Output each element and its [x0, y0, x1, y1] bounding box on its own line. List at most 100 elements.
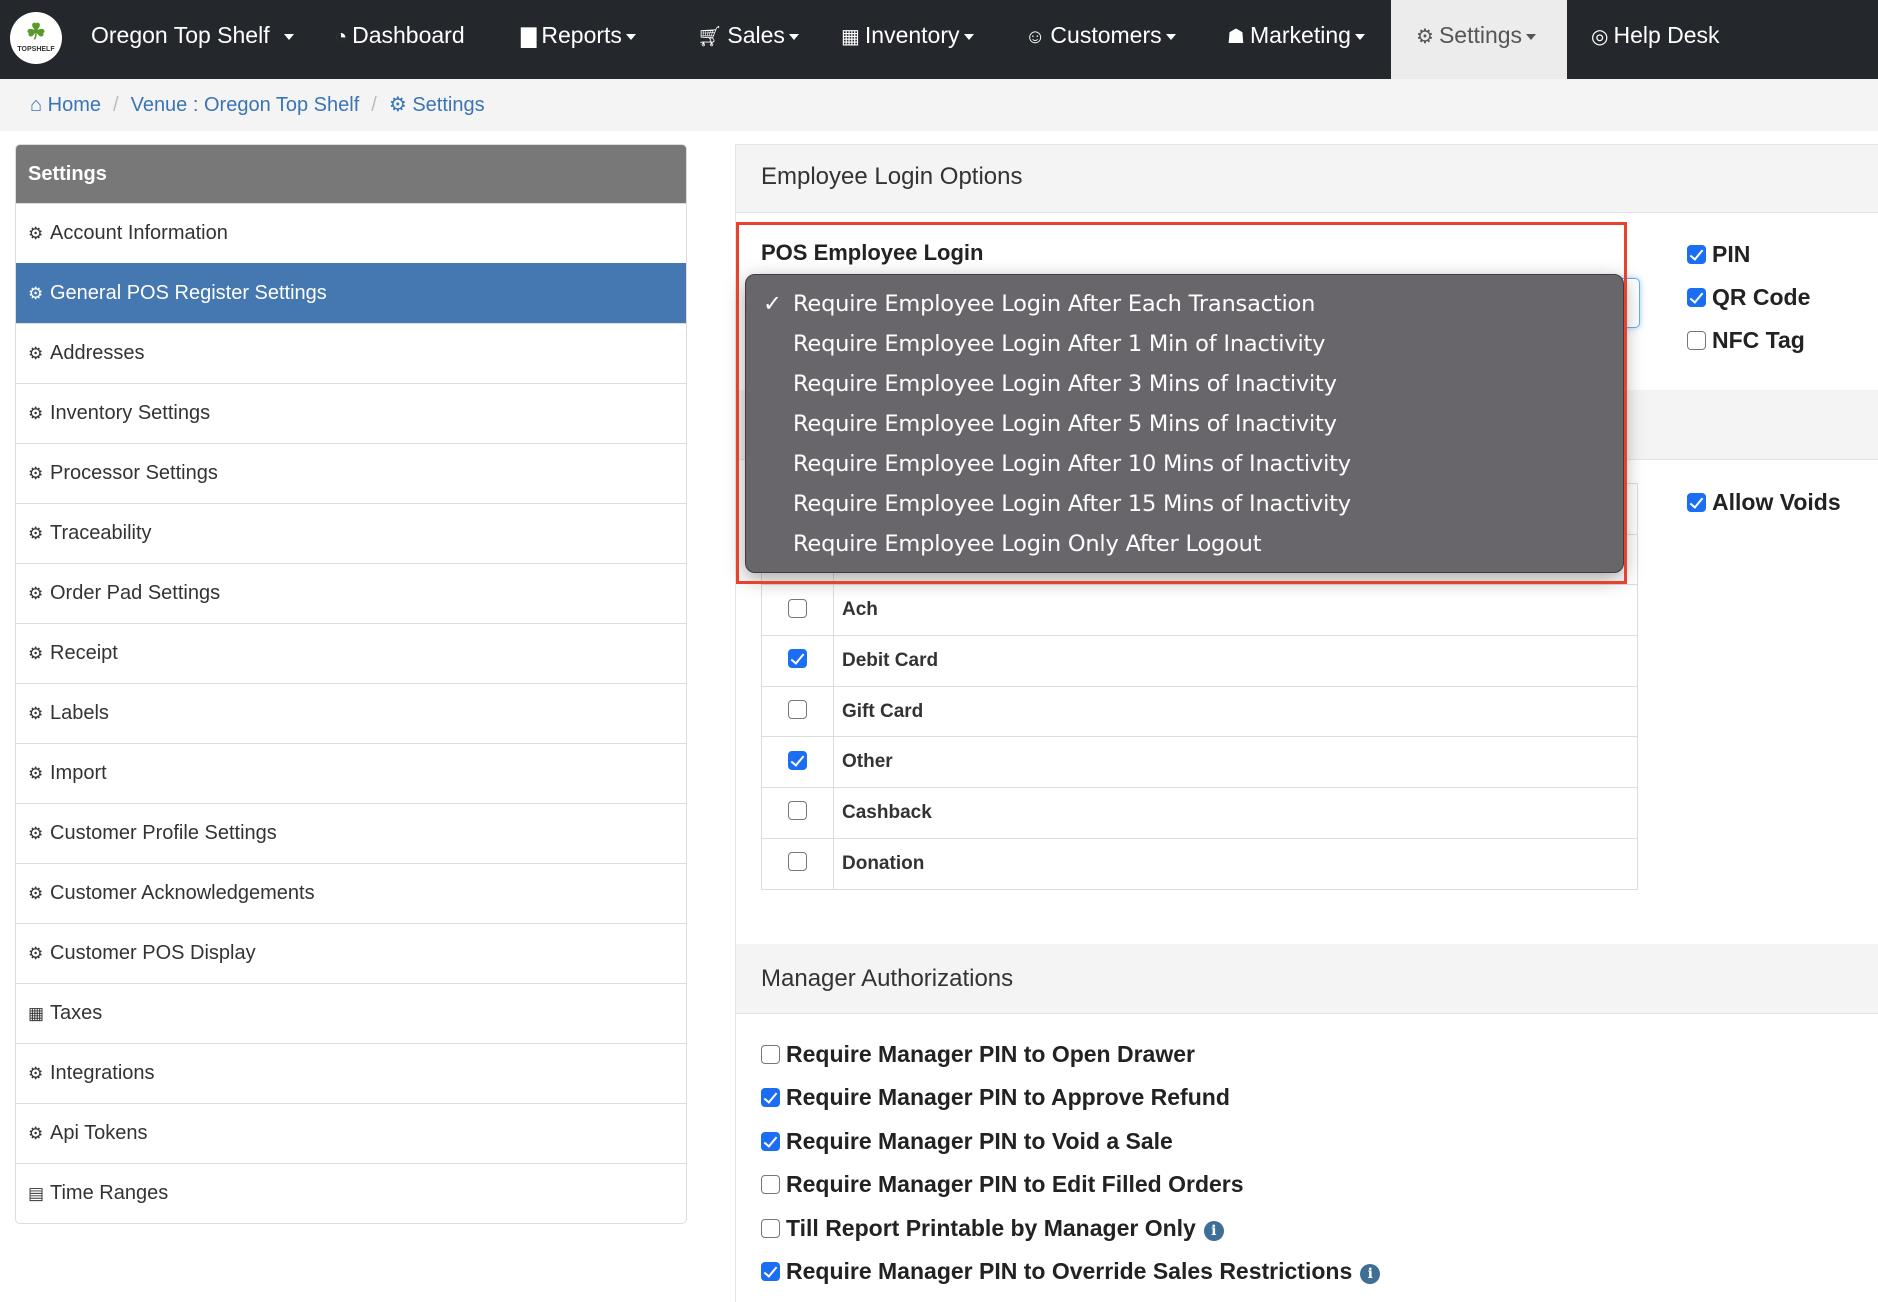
sidebar-item[interactable]: ⚙ Order Pad Settings: [16, 563, 686, 623]
nav-customers[interactable]: ☺ Customers: [1025, 0, 1176, 79]
info-icon[interactable]: i: [1360, 1264, 1381, 1284]
checkbox[interactable]: [761, 1175, 780, 1195]
checkbox[interactable]: [788, 598, 807, 618]
payment-type-label: Debit Card: [833, 635, 1638, 687]
dashboard-icon: ◔: [335, 26, 348, 48]
nav-inventory[interactable]: ▦ Inventory: [841, 0, 974, 79]
gears-icon: ⚙: [28, 404, 44, 423]
sidebar-item[interactable]: ⚙ Labels: [16, 683, 686, 743]
manager-auth-checkbox[interactable]: Till Report Printable by Manager Only i: [761, 1215, 1224, 1242]
sidebar-item-label: Processor Settings: [50, 462, 218, 484]
settings-sidebar: Settings ⚙ Account Information ⚙ General PO…: [15, 144, 687, 1224]
checkbox[interactable]: [761, 1218, 780, 1238]
manager-auth-checkbox[interactable]: Require Manager PIN to Open Drawer: [761, 1041, 1195, 1068]
nav-reports[interactable]: ▇ Reports: [521, 0, 636, 79]
caret-down-icon: [1354, 33, 1365, 40]
sidebar-item[interactable]: ⚙ Addresses: [16, 323, 686, 383]
nav-settings[interactable]: ⚙ Settings: [1391, 0, 1567, 79]
gears-icon: ⚙: [28, 764, 44, 783]
gear-icon: ⚙: [28, 1124, 44, 1143]
table-row: Other: [761, 736, 1638, 789]
nav-label: Sales: [727, 22, 785, 48]
payment-type-label: Ach: [833, 584, 1638, 637]
sidebar-item[interactable]: ⚙ Inventory Settings: [16, 383, 686, 443]
payment-type-label: Donation: [833, 837, 1638, 890]
sidebar-item[interactable]: ⚙ Customer Profile Settings: [16, 803, 686, 863]
gears-icon: ⚙: [28, 644, 44, 663]
sidebar-item[interactable]: ⚙ Integrations: [16, 1043, 686, 1103]
info-icon[interactable]: i: [1203, 1220, 1224, 1241]
payment-type-label: Other: [833, 736, 1638, 789]
sidebar-item[interactable]: ⚙ Customer POS Display: [16, 923, 686, 983]
checkbox[interactable]: [761, 1045, 780, 1064]
caret-down-icon: [1526, 33, 1537, 40]
checkbox[interactable]: [761, 1262, 780, 1281]
sidebar-item[interactable]: ⚙ Processor Settings: [16, 443, 686, 503]
breadcrumb-venue[interactable]: Venue : Oregon Top Shelf: [131, 94, 360, 116]
payment-type-label: Gift Card: [833, 685, 1638, 738]
checkbox[interactable]: [1687, 331, 1706, 350]
nav-label: Reports: [541, 22, 622, 48]
gears-icon: ⚙: [388, 94, 407, 116]
top-navbar: ☘ TOPSHELF Oregon Top Shelf ◔ Dashboard ▇ R…: [0, 0, 1878, 79]
manager-auth-checkbox[interactable]: Require Manager PIN to Void a Sale: [761, 1128, 1173, 1155]
section-title: Manager Authorizations: [761, 965, 1014, 992]
checkbox-label: QR Code: [1712, 284, 1811, 310]
sidebar-item[interactable]: ⚙ Traceability: [16, 503, 686, 563]
sidebar-item[interactable]: ▤ Time Ranges: [16, 1163, 686, 1223]
manager-auth-checkbox[interactable]: Require Manager PIN to Override Sales Re…: [761, 1258, 1381, 1285]
allow-voids-checkbox[interactable]: Allow Voids: [1687, 489, 1841, 516]
breadcrumb-home[interactable]: Home: [48, 94, 101, 116]
sidebar-item-label: Labels: [50, 702, 109, 724]
checkbox[interactable]: [761, 1131, 780, 1151]
gears-icon: ⚙: [28, 224, 44, 243]
brand-logo[interactable]: ☘ TOPSHELF: [10, 12, 62, 64]
gears-icon: ⚙: [28, 584, 44, 603]
sidebar-item[interactable]: ⚙ Account Information: [16, 203, 686, 263]
venue-dropdown[interactable]: Oregon Top Shelf: [91, 0, 294, 79]
checkbox[interactable]: [788, 852, 807, 872]
checkbox[interactable]: [761, 1088, 780, 1108]
table-row: Donation: [761, 837, 1638, 890]
sidebar-item-label: General POS Register Settings: [50, 282, 327, 304]
table-row: Ach: [761, 584, 1638, 637]
bar-chart-icon: ▇: [521, 26, 537, 48]
checkbox-cell: [761, 736, 834, 789]
nav-help-desk[interactable]: ◎ Help Desk: [1591, 0, 1720, 79]
checkbox[interactable]: [1687, 493, 1706, 512]
manager-auth-checkbox[interactable]: Require Manager PIN to Edit Filled Order…: [761, 1171, 1244, 1198]
checkbox[interactable]: [1687, 245, 1706, 264]
checkbox[interactable]: [1687, 288, 1706, 307]
checkbox[interactable]: [788, 801, 807, 821]
gears-icon: ⚙: [28, 464, 44, 483]
checkbox[interactable]: [788, 750, 807, 770]
breadcrumb-settings[interactable]: Settings: [412, 94, 484, 116]
leaf-icon: ☘: [26, 19, 46, 44]
highlight-box: [736, 222, 1627, 584]
gears-icon: ⚙: [28, 284, 44, 303]
nav-label: Dashboard: [352, 22, 465, 48]
sidebar-item-label: Customer POS Display: [50, 942, 256, 964]
checkbox-cell: [761, 685, 834, 738]
sidebar-item[interactable]: ⚙ Customer Acknowledgements: [16, 863, 686, 923]
nav-marketing[interactable]: ☗ Marketing: [1227, 0, 1365, 79]
nav-label: Marketing: [1249, 22, 1351, 48]
login-method-checkbox[interactable]: PIN: [1687, 241, 1750, 268]
grid-icon: ▦: [841, 26, 860, 48]
login-method-checkbox[interactable]: NFC Tag: [1687, 327, 1805, 354]
sidebar-item[interactable]: ⚙ Receipt: [16, 623, 686, 683]
sidebar-item[interactable]: ⚙ General POS Register Settings: [16, 263, 686, 323]
nav-dashboard[interactable]: ◔ Dashboard: [335, 0, 465, 79]
calendar-icon: ▤: [28, 1184, 45, 1203]
checkbox[interactable]: [788, 649, 807, 669]
sidebar-item[interactable]: ⚙ Import: [16, 743, 686, 803]
sidebar-item[interactable]: ▦ Taxes: [16, 983, 686, 1043]
login-method-checkbox[interactable]: QR Code: [1687, 284, 1810, 311]
gears-icon: ⚙: [28, 344, 44, 363]
nav-sales[interactable]: 🛒︎ Sales: [697, 0, 799, 79]
manager-auth-checkbox[interactable]: Require Manager PIN to Approve Refund: [761, 1084, 1230, 1111]
nav-label: Customers: [1050, 22, 1162, 48]
sidebar-item[interactable]: ⚙ Api Tokens: [16, 1103, 686, 1163]
checkbox[interactable]: [788, 700, 807, 720]
table-row: Gift Card: [761, 685, 1638, 738]
